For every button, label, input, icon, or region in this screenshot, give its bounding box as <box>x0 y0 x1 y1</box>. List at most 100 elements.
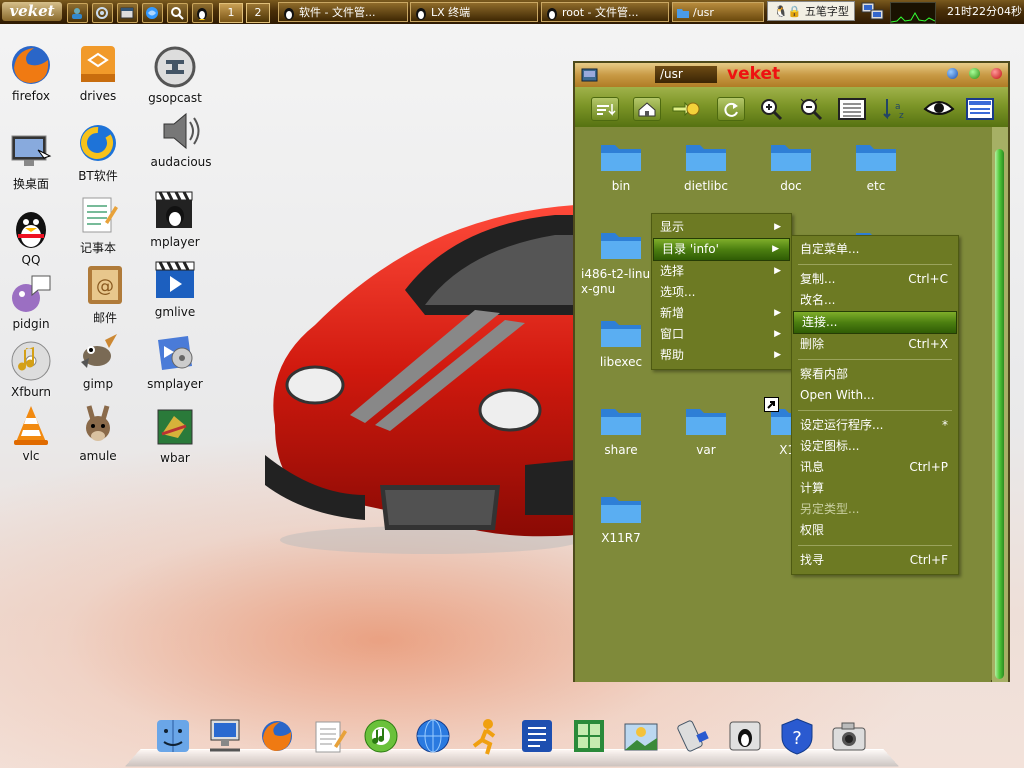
menu-item-window[interactable]: 窗口 ▶ <box>652 324 791 345</box>
dock-security[interactable] <box>726 716 764 756</box>
menu-item-display[interactable]: 显示 ▶ <box>652 217 791 238</box>
bookmarks-button[interactable] <box>671 97 700 119</box>
folder-item[interactable]: share <box>579 403 663 458</box>
submenu-item-open-with[interactable]: Open With... <box>792 385 958 406</box>
dock-runner[interactable] <box>466 716 504 756</box>
desktop-icon-firefox[interactable]: firefox <box>0 42 66 103</box>
dock-camera[interactable] <box>830 716 868 756</box>
folder-item[interactable]: var <box>664 403 748 458</box>
zoom-out-button[interactable] <box>799 97 825 121</box>
launcher-settings-icon[interactable] <box>92 3 113 23</box>
eye-icon <box>923 101 955 115</box>
folder-item[interactable]: bin <box>579 139 663 194</box>
launcher-user-icon[interactable] <box>67 3 88 23</box>
submenu-item-copy[interactable]: 复制... Ctrl+C <box>792 269 958 290</box>
folder-item[interactable]: X11R7 <box>579 491 663 546</box>
dock-photo[interactable] <box>622 716 660 756</box>
menu-item-options[interactable]: 选项... <box>652 282 791 303</box>
workspace-1-button[interactable]: 1 <box>219 3 243 23</box>
submenu-item-info[interactable]: 讯息 Ctrl+P <box>792 457 958 478</box>
window-titlebar[interactable]: /usr veket <box>575 63 1008 87</box>
menu-item-label: 窗口 <box>660 327 685 341</box>
desktop-icon-wbar[interactable]: wbar <box>140 404 210 465</box>
folder-item[interactable]: doc <box>749 139 833 194</box>
veket-menu-button[interactable]: veket <box>2 2 62 21</box>
scrollbar-thumb[interactable] <box>995 149 1004 679</box>
submenu-item-link[interactable]: 连接... <box>793 311 957 334</box>
submenu-item-count[interactable]: 计算 <box>792 478 958 499</box>
task-button-usr[interactable]: /usr <box>672 2 764 22</box>
details-view-button[interactable] <box>965 97 994 120</box>
finder-icon <box>157 720 189 752</box>
dock-music[interactable] <box>362 716 400 756</box>
launcher-window-icon[interactable] <box>117 3 138 23</box>
desktop-icon-amule[interactable]: amule <box>63 402 133 463</box>
show-hidden-button[interactable] <box>923 97 955 119</box>
desktop-icon-smplayer[interactable]: smplayer <box>140 330 210 391</box>
submenu-item-custom-menu[interactable]: 自定菜单... <box>792 239 958 260</box>
menu-item-new[interactable]: 新增 ▶ <box>652 303 791 324</box>
dock-terminal[interactable] <box>570 716 608 756</box>
submenu-item-find[interactable]: 找寻 Ctrl+F <box>792 550 958 571</box>
desktop-icon-gsopcast[interactable]: gsopcast <box>140 44 210 105</box>
up-directory-button[interactable] <box>591 97 619 121</box>
desktop-icon-pidgin[interactable]: pidgin <box>0 270 66 331</box>
launcher-browser-icon[interactable] <box>142 3 163 23</box>
task-button-terminal[interactable]: LX 终端 <box>410 2 538 22</box>
network-icon[interactable] <box>860 1 886 22</box>
close-button[interactable] <box>991 68 1002 79</box>
submenu-item-set-icon[interactable]: 设定图标... <box>792 436 958 457</box>
desktop-icon-gmlive[interactable]: gmlive <box>140 258 210 319</box>
vertical-scrollbar[interactable] <box>992 127 1008 682</box>
input-method-indicator[interactable]: 🐧🔒 五笔字型 <box>767 1 855 21</box>
submenu-item-set-run-action[interactable]: 设定运行程序... * <box>792 415 958 436</box>
desktop-icon-notepad[interactable]: 记事本 <box>63 192 133 256</box>
refresh-button[interactable] <box>717 97 745 121</box>
desktop-icon-qq[interactable]: QQ <box>0 206 66 267</box>
bookmark-icon <box>672 101 700 117</box>
maximize-button[interactable] <box>969 68 980 79</box>
workspace-2-button[interactable]: 2 <box>246 3 270 23</box>
submenu-item-rename[interactable]: 改名... <box>792 290 958 311</box>
folder-item[interactable]: etc <box>834 139 918 194</box>
dock-firefox[interactable] <box>258 716 296 756</box>
desktop-icon-gimp[interactable]: gimp <box>63 330 133 391</box>
desktop-icon-mail[interactable]: @ 邮件 <box>70 262 140 326</box>
folder-label: bin <box>611 179 631 193</box>
submenu-item-delete[interactable]: 删除 Ctrl+X <box>792 334 958 355</box>
launcher-search-icon[interactable] <box>167 3 188 23</box>
zoom-in-button[interactable] <box>759 97 785 121</box>
submenu-item-permissions[interactable]: 权限 <box>792 520 958 541</box>
menu-item-help[interactable]: 帮助 ▶ <box>652 345 791 366</box>
task-button-root-fm[interactable]: root - 文件管... <box>541 2 669 22</box>
dock-network[interactable] <box>206 716 244 756</box>
sort-button[interactable]: az <box>881 97 907 121</box>
home-button[interactable] <box>633 97 661 121</box>
submenu-item-look-inside[interactable]: 察看内部 <box>792 364 958 385</box>
submenu-arrow-icon: ▶ <box>774 222 781 232</box>
desktop-icon-mplayer[interactable]: mplayer <box>140 188 210 249</box>
dock-editor[interactable] <box>310 716 348 756</box>
desktop-icon-xfburn[interactable]: Xfburn <box>0 338 66 399</box>
desktop-icon-change-wallpaper[interactable]: 换桌面 <box>0 128 66 192</box>
submenu-item-set-type[interactable]: 另定类型... <box>792 499 958 520</box>
list-view-button[interactable] <box>837 97 866 120</box>
smplayer-icon <box>152 330 198 376</box>
menu-item-select[interactable]: 选择 ▶ <box>652 261 791 282</box>
desktop-icon-drives[interactable]: drives <box>63 42 133 103</box>
desktop-icon-audacious[interactable]: audacious <box>146 108 216 169</box>
desktop-icon-vlc[interactable]: vlc <box>0 402 66 463</box>
icon-label: pidgin <box>12 317 50 331</box>
window-menu-icon[interactable] <box>581 66 599 83</box>
task-button-software-fm[interactable]: 软件 - 文件管... <box>278 2 408 22</box>
folder-item[interactable]: dietlibc <box>664 139 748 194</box>
menu-item-directory-info[interactable]: 目录 'info' ▶ <box>653 238 790 261</box>
launcher-tux-icon[interactable] <box>192 3 213 23</box>
dock-finder[interactable] <box>154 716 192 756</box>
dock-browser[interactable] <box>414 716 452 756</box>
dock-document[interactable] <box>518 716 556 756</box>
dock-usb[interactable] <box>674 716 712 756</box>
dock-help[interactable]: ? <box>778 716 816 756</box>
desktop-icon-bt[interactable]: BT软件 <box>63 120 133 184</box>
minimize-button[interactable] <box>947 68 958 79</box>
